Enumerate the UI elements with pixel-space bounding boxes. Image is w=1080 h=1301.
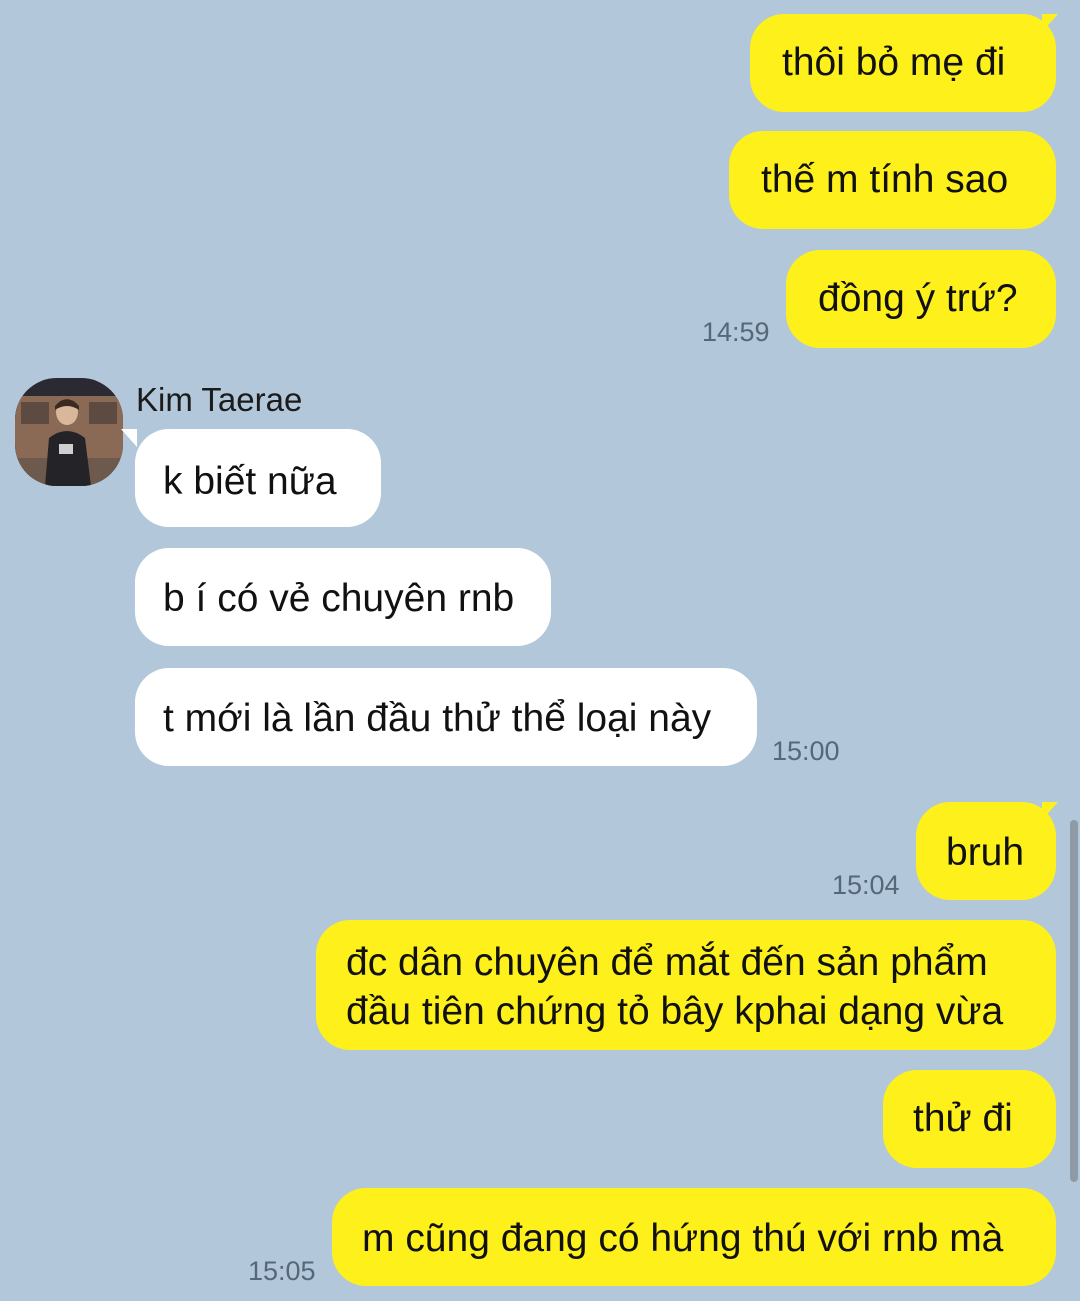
message-timestamp: 15:05 — [248, 1256, 316, 1286]
bubble-tail — [121, 429, 137, 447]
outgoing-message[interactable]: thôi bỏ mẹ đi — [750, 14, 1056, 112]
outgoing-message[interactable]: m cũng đang có hứng thú với rnb mà — [332, 1188, 1056, 1286]
bubble-tail — [1042, 14, 1058, 32]
message-text: t mới là lần đầu thử thể loại này — [163, 697, 712, 740]
message-text: thế m tính sao — [761, 158, 1009, 201]
avatar-photo-icon — [15, 378, 123, 486]
chat-room[interactable]: thôi bỏ mẹ đi thế m tính sao đồng ý trứ?… — [0, 0, 1080, 1301]
bubble-tail — [1042, 802, 1058, 820]
outgoing-message[interactable]: bruh — [916, 802, 1056, 900]
message-text: b í có vẻ chuyên rnb — [163, 577, 515, 620]
outgoing-message[interactable]: thử đi — [883, 1070, 1056, 1168]
scrollbar[interactable] — [1070, 820, 1078, 1182]
sender-name: Kim Taerae — [136, 381, 303, 418]
incoming-message[interactable]: k biết nữa — [135, 429, 381, 527]
message-text-line: đc dân chuyên để mắt đến sản phẩm — [346, 941, 988, 984]
message-timestamp: 14:59 — [702, 317, 770, 347]
message-text: bruh — [946, 831, 1025, 874]
message-timestamp: 15:00 — [772, 736, 840, 766]
outgoing-message[interactable]: thế m tính sao — [729, 131, 1056, 229]
message-text-line: đầu tiên chứng tỏ bây kphai dạng vừa — [346, 990, 1004, 1033]
message-text: thôi bỏ mẹ đi — [782, 41, 1006, 84]
message-text: đồng ý trứ? — [818, 277, 1018, 320]
incoming-message[interactable]: b í có vẻ chuyên rnb — [135, 548, 551, 646]
outgoing-message[interactable]: đồng ý trứ? — [786, 250, 1056, 348]
message-text: thử đi — [913, 1097, 1013, 1140]
message-text: m cũng đang có hứng thú với rnb mà — [362, 1217, 1004, 1260]
outgoing-message[interactable]: đc dân chuyên để mắt đến sản phẩm đầu ti… — [316, 920, 1056, 1050]
message-text: k biết nữa — [163, 460, 337, 503]
message-timestamp: 15:04 — [832, 870, 900, 900]
incoming-message[interactable]: t mới là lần đầu thử thể loại này — [135, 668, 757, 766]
sender-avatar[interactable] — [15, 378, 123, 486]
